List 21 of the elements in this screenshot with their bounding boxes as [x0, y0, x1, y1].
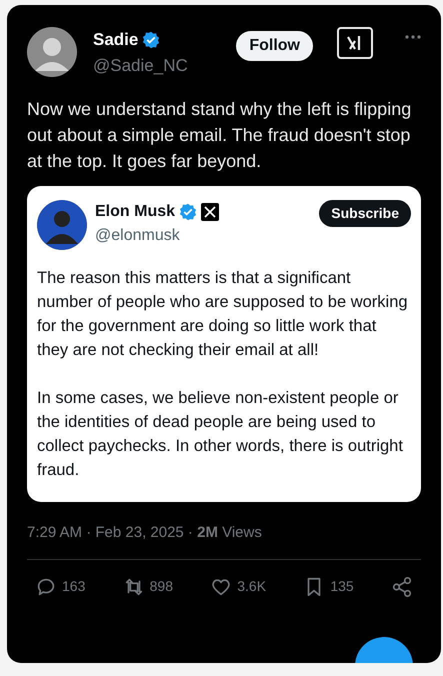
x-logo-icon — [201, 203, 220, 221]
post-meta: 7:29 AM · Feb 23, 2025 · 2M Views — [27, 523, 263, 543]
reply-button[interactable]: 163 — [35, 576, 86, 598]
avatar[interactable] — [37, 200, 87, 250]
avatar[interactable] — [27, 27, 77, 77]
share-button[interactable] — [390, 576, 413, 598]
quoted-text: The reason this matters is that a significant number of people who are supposed to be working for the government are doing so little work that they are not checking their email at all! — [37, 268, 409, 361]
quoted-post[interactable] — [27, 186, 421, 502]
repost-button[interactable]: 898 — [122, 576, 173, 598]
author-handle[interactable]: @Sadie_NC — [93, 52, 220, 78]
subscribe-button[interactable]: Subscribe — [319, 200, 411, 227]
author-name[interactable]: Elon Musk — [95, 200, 176, 224]
share-icon — [390, 576, 413, 598]
author-handle[interactable]: @elonmusk — [95, 224, 312, 248]
quoted-text: In some cases, we believe non-existent people or the identities of dead people are being used to collect paychecks. In other words, there is outright fraud. — [37, 388, 404, 481]
bookmark-button[interactable]: 135 — [303, 576, 354, 598]
follow-button[interactable]: Follow — [236, 31, 313, 61]
like-button[interactable]: 3.6K — [210, 576, 266, 598]
post-text: Now we understand stand why the left is flipping out about a simple email. The fraud doesn't stop at the top. It goes far beyond. — [27, 98, 412, 173]
author-name[interactable]: Sadie — [93, 27, 138, 52]
more-icon[interactable] — [405, 35, 421, 39]
